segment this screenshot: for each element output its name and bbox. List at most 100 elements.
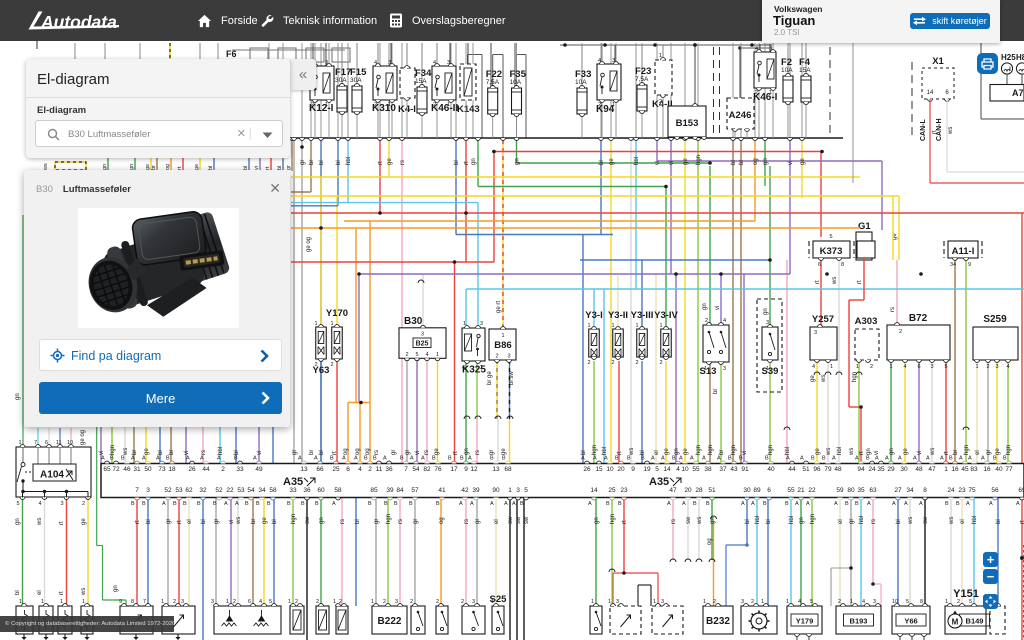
svg-text:ge: ge	[434, 448, 440, 455]
svg-text:1: 1	[975, 364, 978, 370]
svg-text:A: A	[470, 501, 474, 507]
svg-text:ws: ws	[948, 127, 954, 135]
svg-text:80: 80	[847, 487, 855, 494]
svg-text:A: A	[968, 456, 972, 462]
svg-text:A: A	[690, 456, 694, 462]
svg-text:55: 55	[692, 466, 700, 473]
svg-text:13: 13	[492, 466, 500, 473]
svg-text:1: 1	[850, 599, 853, 605]
svg-text:B: B	[949, 456, 953, 462]
svg-text:B: B	[490, 456, 494, 462]
svg-text:gr: gr	[475, 519, 481, 524]
svg-text:B: B	[945, 501, 949, 507]
svg-text:8: 8	[131, 599, 134, 605]
svg-text:15A: 15A	[799, 67, 811, 74]
svg-text:37: 37	[719, 466, 727, 473]
svg-text:1: 1	[226, 599, 229, 605]
svg-text:3: 3	[741, 599, 744, 605]
svg-text:5: 5	[269, 599, 272, 605]
svg-text:Y151: Y151	[953, 588, 979, 600]
svg-text:ge: ge	[387, 158, 393, 165]
svg-text:B: B	[1003, 456, 1007, 462]
svg-text:A: A	[162, 501, 166, 507]
svg-text:hbl: hbl	[837, 447, 843, 455]
svg-text:39: 39	[472, 487, 480, 494]
svg-text:vi: vi	[788, 161, 794, 165]
svg-text:A: A	[904, 501, 908, 507]
svg-text:A75: A75	[1012, 88, 1024, 98]
svg-text:2: 2	[383, 599, 386, 605]
svg-text:gn: gn	[866, 448, 872, 455]
svg-text:sw: sw	[305, 516, 311, 524]
svg-text:4: 4	[676, 466, 680, 473]
svg-text:1: 1	[508, 487, 512, 494]
svg-text:B153: B153	[676, 118, 699, 129]
svg-text:B: B	[368, 501, 372, 507]
svg-text:54: 54	[247, 487, 255, 494]
svg-text:B: B	[183, 501, 187, 507]
svg-text:25: 25	[332, 466, 340, 473]
svg-text:ws: ws	[949, 517, 955, 525]
svg-text:A: A	[468, 456, 472, 462]
svg-text:rs: rs	[201, 450, 207, 455]
svg-text:hbl: hbl	[602, 447, 608, 455]
svg-text:3: 3	[616, 599, 619, 605]
svg-text:CAN-L: CAN-L	[920, 119, 927, 141]
svg-text:4: 4	[425, 352, 428, 358]
svg-text:B: B	[166, 456, 170, 462]
svg-text:3: 3	[766, 320, 769, 326]
svg-text:A: A	[989, 501, 993, 507]
svg-text:B: B	[373, 456, 377, 462]
svg-text:77: 77	[1005, 466, 1013, 473]
svg-text:1: 1	[608, 599, 611, 605]
svg-text:1: 1	[436, 352, 439, 358]
svg-text:gn: gn	[15, 393, 21, 400]
svg-text:90: 90	[492, 487, 500, 494]
svg-text:2: 2	[405, 352, 408, 358]
svg-text:A: A	[342, 456, 346, 462]
svg-text:35: 35	[857, 487, 865, 494]
svg-text:Y257: Y257	[812, 314, 834, 325]
svg-text:rt: rt	[857, 280, 863, 284]
svg-text:4: 4	[433, 60, 436, 66]
svg-text:gn: gn	[889, 448, 895, 455]
svg-text:2: 2	[612, 360, 615, 366]
svg-text:bl: bl	[745, 519, 751, 524]
svg-text:hgn: hgn	[610, 514, 616, 524]
svg-text:14: 14	[663, 466, 671, 473]
svg-text:B: B	[763, 501, 767, 507]
svg-text:2: 2	[660, 360, 663, 366]
svg-text:18: 18	[168, 466, 176, 473]
svg-text:vi: vi	[669, 161, 675, 165]
svg-text:3: 3	[723, 366, 726, 372]
svg-text:K310: K310	[372, 103, 396, 114]
svg-text:75: 75	[968, 487, 976, 494]
svg-text:3: 3	[930, 364, 933, 370]
svg-text:hbl: hbl	[789, 516, 795, 524]
svg-text:B: B	[811, 456, 815, 462]
svg-text:1: 1	[612, 323, 615, 329]
svg-text:S259: S259	[983, 314, 1007, 325]
svg-text:13: 13	[300, 466, 308, 473]
svg-text:gn: gn	[15, 518, 21, 525]
svg-text:53: 53	[175, 487, 183, 494]
svg-text:el: el	[975, 450, 981, 455]
svg-text:11: 11	[56, 440, 62, 446]
svg-text:30: 30	[743, 487, 751, 494]
svg-text:M: M	[952, 618, 959, 627]
svg-text:B: B	[394, 501, 398, 507]
svg-text:B: B	[641, 456, 645, 462]
svg-text:hgn: hgn	[696, 445, 702, 455]
svg-text:54: 54	[412, 466, 420, 473]
svg-text:5: 5	[17, 501, 20, 507]
svg-text:gr: gr	[405, 450, 411, 455]
svg-text:76: 76	[434, 466, 442, 473]
svg-text:A: A	[913, 456, 917, 462]
svg-text:vi: vi	[415, 451, 421, 455]
svg-text:gr: gr	[292, 450, 298, 455]
svg-text:ws: ws	[81, 588, 87, 596]
svg-text:gr: gr	[374, 519, 380, 524]
svg-text:A: A	[682, 501, 686, 507]
svg-text:17: 17	[450, 466, 458, 473]
svg-text:7,5A: 7,5A	[486, 79, 500, 86]
